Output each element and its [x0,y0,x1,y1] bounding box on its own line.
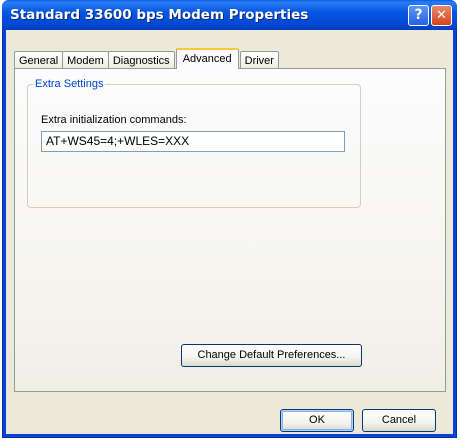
tab-strip: General Modem Diagnostics Advanced Drive… [14,48,279,69]
tab-diagnostics[interactable]: Diagnostics [107,51,175,69]
tab-general[interactable]: General [14,51,64,69]
help-button[interactable]: ? [408,5,429,26]
extra-settings-legend: Extra Settings [33,78,106,90]
dialog-body: General Modem Diagnostics Advanced Drive… [6,30,453,434]
change-default-preferences-button[interactable]: Change Default Preferences... [181,344,362,367]
cancel-button[interactable]: Cancel [362,409,436,432]
properties-window: Standard 33600 bps Modem Properties ? ✕ … [2,0,457,438]
close-button[interactable]: ✕ [431,5,452,26]
window-title: Standard 33600 bps Modem Properties [10,7,309,23]
tab-modem[interactable]: Modem [62,51,109,69]
ok-button[interactable]: OK [280,409,354,432]
tab-driver[interactable]: Driver [239,51,279,69]
question-mark-icon: ? [414,7,423,23]
close-icon: ✕ [436,8,447,23]
title-bar[interactable]: Standard 33600 bps Modem Properties ? ✕ [2,0,457,30]
extra-init-commands-label: Extra initialization commands: [41,114,187,126]
extra-init-commands-input[interactable]: AT+WS45=4;+WLES=XXX [41,131,345,152]
tab-advanced[interactable]: Advanced [175,48,239,69]
